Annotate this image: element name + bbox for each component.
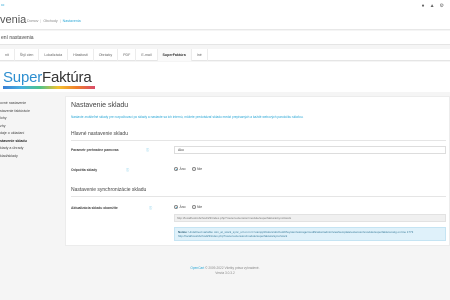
tab-superfaktura[interactable]: SuperFaktúra (157, 49, 192, 61)
sidebar-item-payments[interactable]: klady a úhrady (0, 145, 62, 153)
row-label-deduct-stock: Odpočíta sklady (71, 168, 98, 172)
deduct-yes-radio[interactable]: Áno (174, 167, 186, 171)
instant-update-radios: Áno Nie (174, 205, 202, 209)
tab-localization[interactable]: Lokalizácia (39, 49, 69, 61)
breadcrumb-home[interactable]: Domov (27, 19, 38, 23)
section-sync-title: Nastavenie synchronizácie skladu (71, 187, 147, 193)
divider (71, 196, 446, 197)
help-icon[interactable]: ⓘ (126, 167, 129, 172)
version-text: Verzia 3.0.3.2 (215, 271, 235, 275)
radio-dot[interactable] (174, 167, 178, 171)
tab-email[interactable]: E-mail (136, 49, 158, 61)
brand-bar: SuperFaktúra (0, 62, 450, 92)
sidebar-item-stock-settings[interactable]: stavenie skladu (0, 138, 62, 146)
deduct-stock-radios: Áno Nie (174, 167, 202, 171)
help-icon[interactable]: ⓘ (146, 147, 149, 152)
sidebar-item-tasks[interactable]: lohy (0, 115, 62, 123)
tab-price-style[interactable]: Štýl cien (15, 49, 40, 61)
breadcrumb-shops[interactable]: Obchody (43, 19, 57, 23)
superfaktura-logo: SuperFaktúra (3, 69, 92, 86)
user-icon[interactable]: ● (422, 3, 425, 9)
deduct-no-radio[interactable]: Nie (191, 167, 202, 171)
notice-text: : Undefined variable: stm_at_stock_sync_… (178, 230, 414, 238)
section-main-title: Hlavné nastavenie skladu (71, 131, 128, 137)
divider (71, 140, 446, 141)
logo: ıo (1, 2, 5, 7)
php-notice: Notice: Undefined variable: stm_at_stock… (174, 227, 446, 241)
copyright-text: © 2009-2022 Všetky práva vyhradené. (205, 266, 260, 270)
top-icons: ● ▲ ⚙ (422, 3, 444, 9)
settings-sidebar: ovné nastavenie stavenie faktúrácie lohy… (0, 100, 62, 160)
radio-dot[interactable] (174, 205, 178, 209)
radio-dot[interactable] (191, 205, 196, 209)
sidebar-item-warehouses[interactable]: klad/sklady (0, 153, 62, 161)
instant-no-radio[interactable]: Nie (191, 205, 202, 209)
tab-pdf[interactable]: PDF (118, 49, 137, 61)
gear-icon[interactable]: ⚙ (440, 3, 444, 9)
parameter-select[interactable]: Ako (174, 146, 446, 154)
logo-underline (3, 86, 95, 89)
settings-header: ení nastavenia (0, 31, 450, 45)
tab-volume[interactable]: Hlasitosti (68, 49, 94, 61)
help-icon[interactable]: ⓘ (149, 205, 152, 210)
breadcrumb: Domov | Obchody | Nastavenia (27, 19, 81, 23)
row-label-parameter: Parametr prehradne pamcvas (71, 148, 119, 152)
stock-settings-panel: Nastavenie skladu Nastavte zrušiteľné sk… (65, 96, 450, 246)
sidebar-item-invoicing[interactable]: stavenie faktúrácie (0, 108, 62, 116)
panel-description: Nastavte zrušiteľné sklady pre rozpočtov… (71, 115, 304, 119)
footer: OpenCart © 2009-2022 Všetky práva vyhrad… (0, 266, 450, 276)
tab-other[interactable]: Iné (192, 49, 208, 61)
sidebar-item-storage-data[interactable]: daje o ukladaní (0, 130, 62, 138)
opencart-link[interactable]: OpenCart (190, 266, 204, 270)
row-label-instant-update: Aktualizácia skladu okamžite (71, 206, 118, 210)
sidebar-item-general[interactable]: ovné nastavenie (0, 100, 62, 108)
breadcrumb-settings[interactable]: Nastavenia (63, 19, 81, 23)
instant-yes-radio[interactable]: Áno (174, 205, 186, 209)
bell-icon[interactable]: ▲ (430, 3, 435, 9)
top-bar: ıo venia Domov | Obchody | Nastavenia ● ▲ ⚙ (0, 0, 450, 30)
tab-general[interactable]: nit (0, 49, 15, 61)
page-title: venia (0, 14, 27, 26)
tab-images[interactable]: Obrázky (94, 49, 119, 61)
settings-header-title: ení nastavenia (1, 35, 34, 41)
sidebar-item-discounts[interactable]: zhy (0, 123, 62, 131)
sync-url-field[interactable]: http://localhost/obchod/23/index.php?rou… (174, 214, 446, 222)
settings-tabs: nit Štýl cien Lokalizácia Hlasitosti Obr… (0, 49, 450, 61)
radio-dot[interactable] (191, 167, 196, 171)
panel-title: Nastavenie skladu (71, 102, 129, 109)
